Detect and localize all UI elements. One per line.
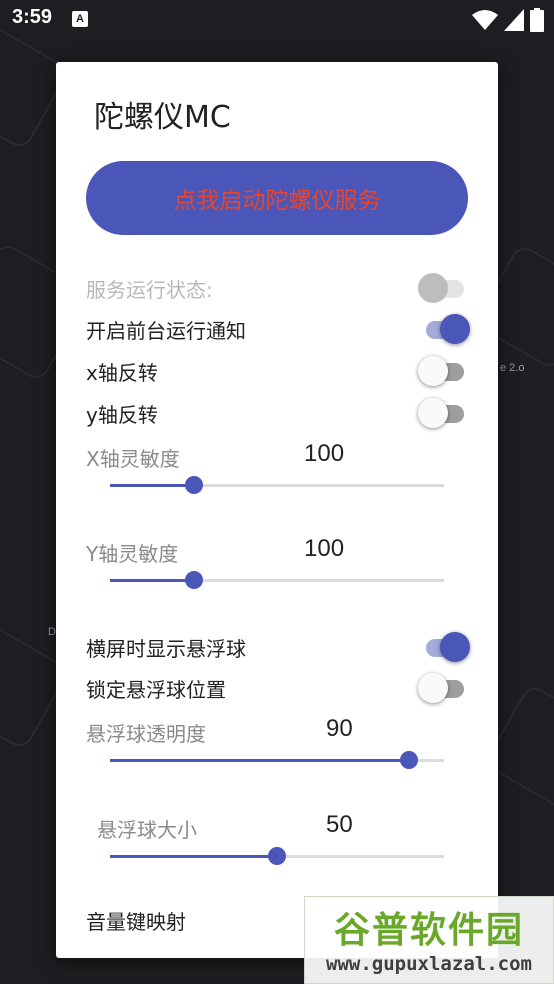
x-sensitivity-label: X轴灵敏度 [86, 447, 180, 471]
background-side-text-2: D [48, 626, 56, 638]
float-size-value: 50 [326, 811, 353, 838]
slider-fill [110, 759, 409, 762]
lock-float-ball-switch[interactable] [418, 668, 470, 708]
foreground-notification-switch[interactable] [418, 309, 470, 349]
y-sensitivity-value: 100 [304, 535, 345, 562]
a-letter-icon: A [72, 11, 88, 27]
slider-fill [110, 855, 277, 858]
slider-knob[interactable] [399, 751, 418, 769]
x-axis-invert-label: x轴反转 [86, 360, 158, 385]
x-sensitivity-value: 100 [304, 440, 345, 467]
status-bar: 3:59 A [0, 0, 554, 40]
slider-fill [110, 484, 194, 487]
switch-thumb [418, 673, 448, 703]
status-icons [472, 8, 544, 32]
switch-thumb [418, 398, 448, 428]
show-float-ball-row[interactable]: 横屏时显示悬浮球 [86, 627, 470, 667]
service-status-row: 服务运行状态: [86, 268, 466, 308]
slider-knob[interactable] [268, 847, 286, 865]
x-axis-invert-row[interactable]: x轴反转 [86, 351, 466, 391]
switch-thumb [418, 273, 448, 303]
foreground-notification-label: 开启前台运行通知 [86, 318, 246, 343]
switch-thumb [418, 356, 448, 386]
y-sensitivity-label: Y轴灵敏度 [86, 542, 179, 566]
watermark-title: 谷普软件园 [333, 910, 524, 951]
show-float-ball-switch[interactable] [418, 627, 470, 667]
watermark-logo: 谷普软件园 www.gupuxlazal.com [304, 896, 554, 984]
switch-thumb [440, 632, 470, 662]
dialog-title: 陀螺仪MC [94, 100, 231, 135]
float-opacity-label: 悬浮球透明度 [86, 722, 206, 746]
settings-dialog: 陀螺仪MC 点我启动陀螺仪服务 服务运行状态: 开启前台运行通知 x轴反转 y轴… [56, 62, 498, 958]
float-opacity-slider[interactable] [110, 746, 444, 774]
watermark-url: www.gupuxlazal.com [326, 953, 532, 975]
switch-thumb [440, 314, 470, 344]
slider-knob[interactable] [184, 476, 203, 494]
volume-key-mapping-label[interactable]: 音量键映射 [86, 906, 186, 935]
service-status-label: 服务运行状态: [86, 277, 213, 302]
battery-icon [530, 8, 544, 32]
x-axis-invert-switch[interactable] [418, 351, 470, 391]
lock-float-ball-row[interactable]: 锁定悬浮球位置 [86, 668, 466, 708]
show-float-ball-label: 横屏时显示悬浮球 [86, 636, 246, 661]
background-side-text: e 2.o [500, 362, 525, 374]
slider-knob[interactable] [184, 571, 203, 589]
foreground-notification-row[interactable]: 开启前台运行通知 [86, 309, 470, 349]
signal-icon [504, 9, 524, 31]
status-time: 3:59 [12, 6, 53, 28]
float-size-slider[interactable] [110, 842, 444, 870]
lock-float-ball-label: 锁定悬浮球位置 [86, 677, 226, 702]
wifi-icon [472, 10, 498, 30]
float-opacity-value: 90 [326, 715, 353, 742]
y-sensitivity-slider[interactable] [110, 566, 444, 594]
y-axis-invert-label: y轴反转 [86, 402, 158, 427]
service-status-switch [418, 268, 470, 308]
slider-fill [110, 579, 194, 582]
start-service-button[interactable]: 点我启动陀螺仪服务 [86, 161, 468, 235]
x-sensitivity-slider[interactable] [110, 471, 444, 499]
y-axis-invert-row[interactable]: y轴反转 [86, 393, 466, 433]
float-size-label: 悬浮球大小 [97, 818, 197, 842]
y-axis-invert-switch[interactable] [418, 393, 470, 433]
